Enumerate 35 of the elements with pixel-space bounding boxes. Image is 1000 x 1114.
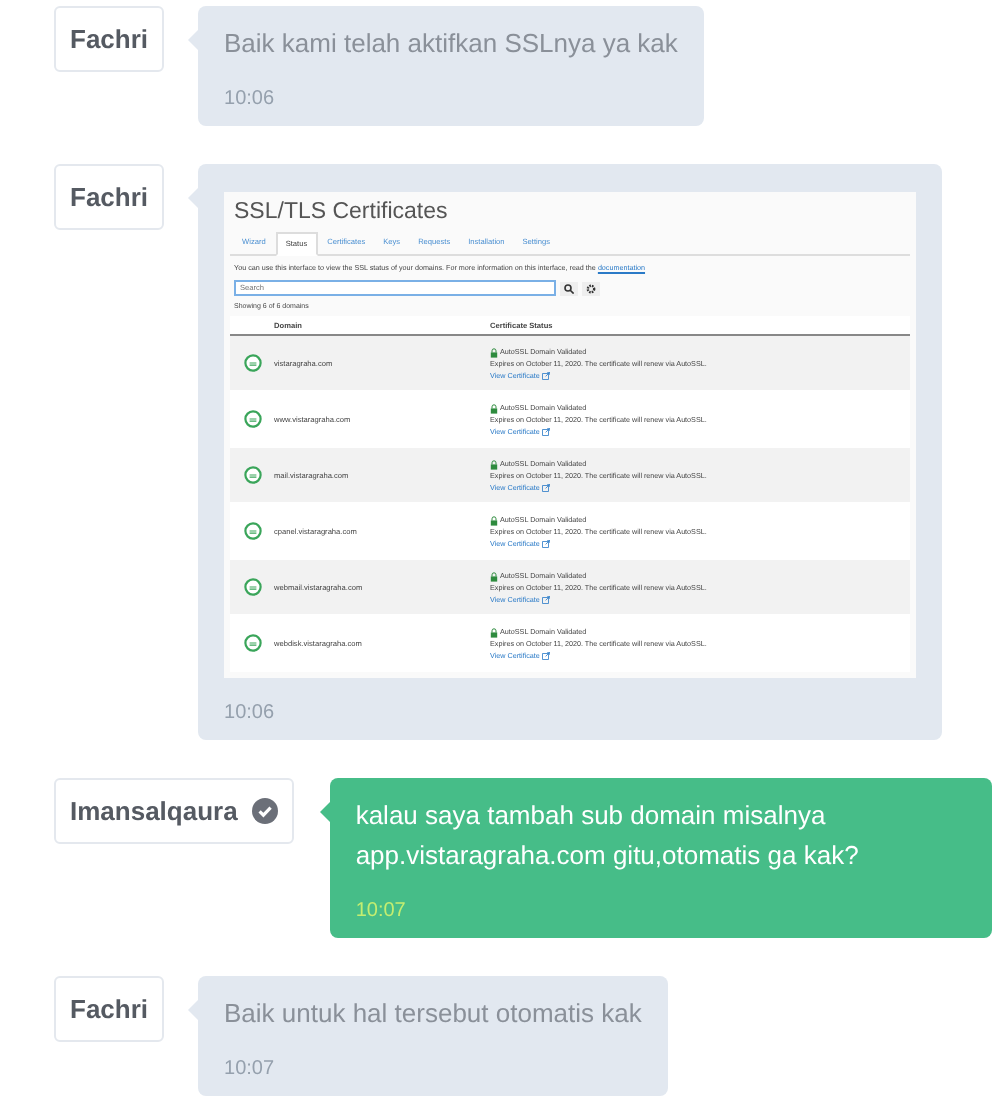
search-icon bbox=[564, 283, 575, 293]
message-time: 10:07 bbox=[224, 1058, 277, 1080]
lock-icon bbox=[490, 459, 499, 469]
certificate-badge-icon bbox=[243, 410, 262, 428]
external-link-icon bbox=[541, 371, 550, 379]
lock-icon bbox=[490, 515, 499, 525]
certificate-badge-icon bbox=[243, 634, 262, 652]
message-time: 10:07 bbox=[355, 900, 408, 922]
external-link-icon bbox=[541, 427, 550, 435]
lock-icon bbox=[490, 571, 499, 581]
sender-name: Fachri bbox=[70, 182, 149, 212]
lock-icon bbox=[490, 403, 499, 413]
certificate-badge-icon bbox=[243, 354, 262, 372]
message-time: 10:06 bbox=[224, 88, 277, 110]
gear-icon bbox=[586, 283, 597, 293]
message-text: Baik untuk hal tersebut otomatis kak bbox=[224, 996, 642, 1032]
certificate-badge-icon bbox=[243, 466, 262, 484]
message-text: kalau saya tambah sub domain misalnya app.vistaragraha.com gitu,otomatis ga kak? bbox=[355, 798, 861, 874]
page-title: SSL/TLS Certificates bbox=[234, 200, 450, 224]
external-link-icon bbox=[541, 539, 550, 547]
external-link-icon bbox=[541, 483, 550, 491]
lock-icon bbox=[490, 627, 499, 637]
lock-icon bbox=[490, 347, 499, 357]
sender-name: Imansalqaura bbox=[70, 796, 238, 826]
sender-name: Fachri bbox=[70, 994, 149, 1024]
search-button[interactable] bbox=[560, 281, 579, 295]
message-text: Baik kami telah aktifkan SSLnya ya kak bbox=[224, 26, 678, 62]
certificate-badge-icon bbox=[243, 578, 262, 596]
verified-check-icon bbox=[251, 798, 278, 824]
certificate-badge-icon bbox=[243, 522, 262, 540]
settings-button[interactable] bbox=[582, 281, 601, 295]
message-time: 10:06 bbox=[224, 702, 277, 724]
sender-name: Fachri bbox=[70, 24, 149, 54]
external-link-icon bbox=[541, 595, 550, 603]
external-link-icon bbox=[541, 651, 550, 659]
